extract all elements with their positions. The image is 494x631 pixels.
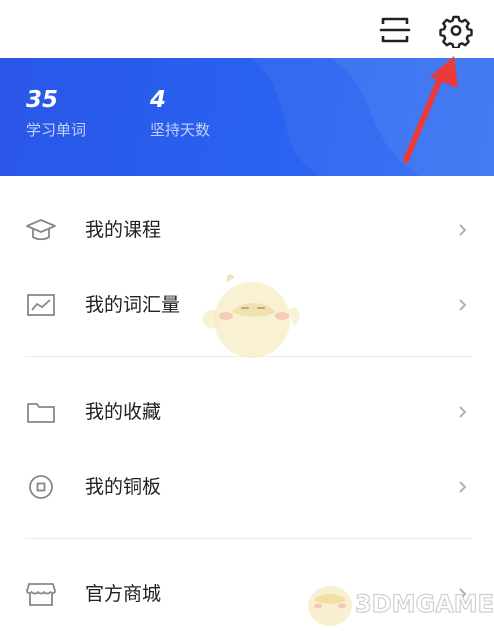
folder-icon [25, 398, 57, 426]
menu-item-my-courses[interactable]: 我的课程 [0, 199, 494, 261]
chevron-right-icon [457, 403, 469, 421]
graduation-cap-icon [25, 216, 57, 244]
scan-icon[interactable] [378, 14, 412, 46]
coin-icon [25, 473, 57, 501]
menu-label-courses: 我的课程 [85, 219, 162, 241]
streak-days-count: 4 [150, 87, 167, 113]
site-watermark-text: 3DMGAME [354, 589, 494, 618]
settings-gear-icon[interactable] [438, 12, 474, 50]
menu-label-coins: 我的铜板 [85, 476, 162, 498]
storefront-icon [25, 580, 57, 608]
red-arrow-annotation [396, 50, 466, 165]
chevron-right-icon [457, 296, 469, 314]
learned-words-count: 35 [26, 87, 59, 113]
menu-item-my-coins[interactable]: 我的铜板 [0, 456, 494, 518]
menu-label-store: 官方商城 [85, 583, 162, 605]
chart-trend-icon [25, 291, 57, 319]
menu-label-favorites: 我的收藏 [85, 401, 162, 423]
chevron-right-icon [457, 478, 469, 496]
mascot-watermark-image [196, 270, 304, 362]
menu-item-my-favorites[interactable]: 我的收藏 [0, 381, 494, 443]
learned-words-label: 学习单词 [26, 121, 87, 139]
streak-days-label: 坚持天数 [150, 121, 211, 139]
section-divider [25, 538, 472, 539]
streak-days-stat[interactable]: 4 坚持天数 [150, 86, 210, 140]
menu-label-vocabulary: 我的词汇量 [85, 294, 181, 316]
chevron-right-icon [457, 221, 469, 239]
learned-words-stat[interactable]: 35 学习单词 [26, 86, 86, 140]
